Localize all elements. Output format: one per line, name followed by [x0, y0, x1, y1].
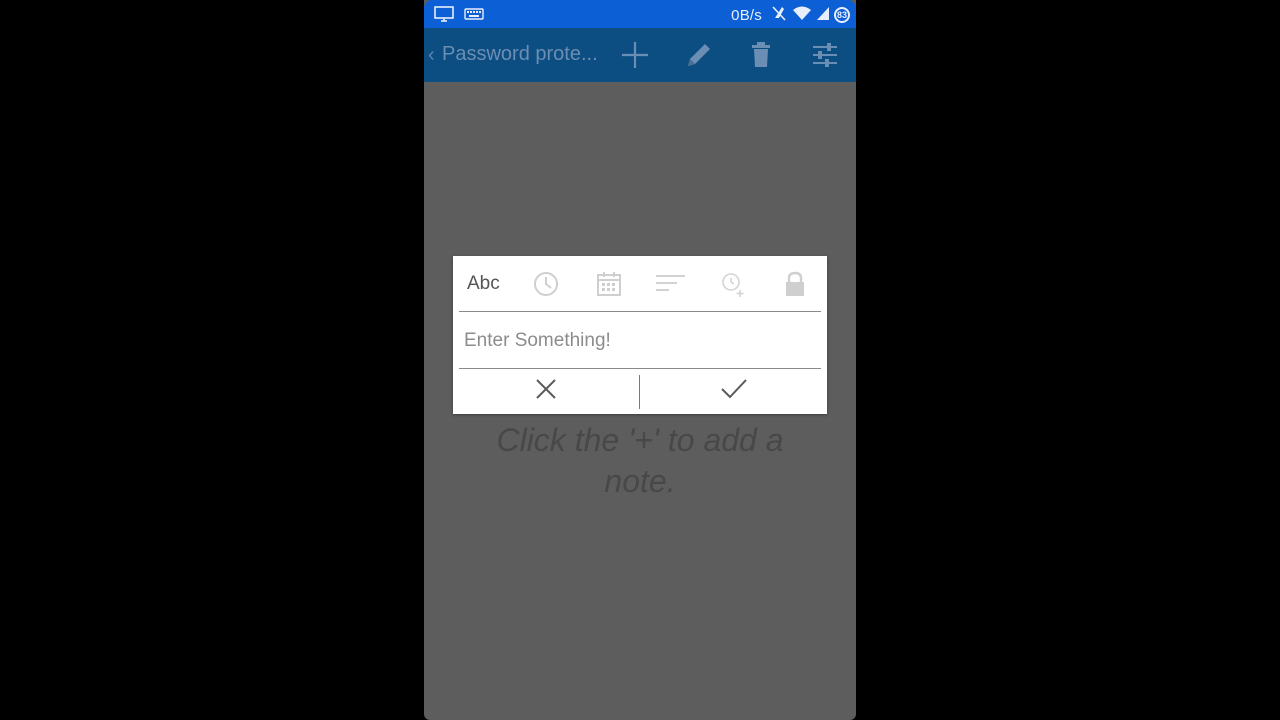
- phone-screen: 0B/s 83 ‹ Password prote... Click the '+…: [424, 0, 856, 720]
- action-bar-title[interactable]: Password prote...: [442, 43, 598, 66]
- close-icon: [534, 377, 558, 406]
- edit-icon[interactable]: [682, 38, 716, 72]
- clock-icon[interactable]: [532, 270, 560, 298]
- network-speed: 0B/s: [731, 6, 762, 24]
- text-format-button[interactable]: Abc: [467, 273, 500, 295]
- confirm-button[interactable]: [640, 369, 827, 414]
- keyboard-icon: [464, 7, 484, 26]
- wifi-icon: [792, 5, 812, 25]
- delete-icon[interactable]: [744, 38, 778, 72]
- status-bar-right: 0B/s 83: [731, 4, 850, 26]
- new-note-dialog: Abc: [453, 256, 827, 414]
- status-bar-left: [434, 6, 484, 27]
- mute-icon: [770, 4, 788, 26]
- signal-icon: [816, 5, 830, 25]
- empty-state-hint: Click the '+' to add a note.: [496, 422, 784, 499]
- settings-icon[interactable]: [808, 38, 842, 72]
- status-bar: 0B/s 83: [424, 0, 856, 28]
- dialog-divider-top: [459, 311, 821, 312]
- calendar-icon[interactable]: [595, 270, 623, 298]
- action-bar: ‹ Password prote...: [424, 28, 856, 82]
- check-icon: [719, 377, 749, 406]
- battery-level: 83: [836, 10, 847, 20]
- dialog-button-row: [453, 369, 827, 414]
- battery-icon: 83: [834, 7, 850, 23]
- monitor-icon: [434, 6, 454, 27]
- add-icon[interactable]: [618, 38, 652, 72]
- cancel-button[interactable]: [453, 369, 639, 414]
- back-chevron-icon[interactable]: ‹: [428, 44, 435, 67]
- dialog-toolbar: Abc: [453, 256, 827, 312]
- note-input[interactable]: [459, 318, 820, 364]
- lock-icon[interactable]: [781, 270, 809, 298]
- alarm-add-icon[interactable]: [720, 270, 748, 298]
- sort-icon[interactable]: [655, 270, 685, 298]
